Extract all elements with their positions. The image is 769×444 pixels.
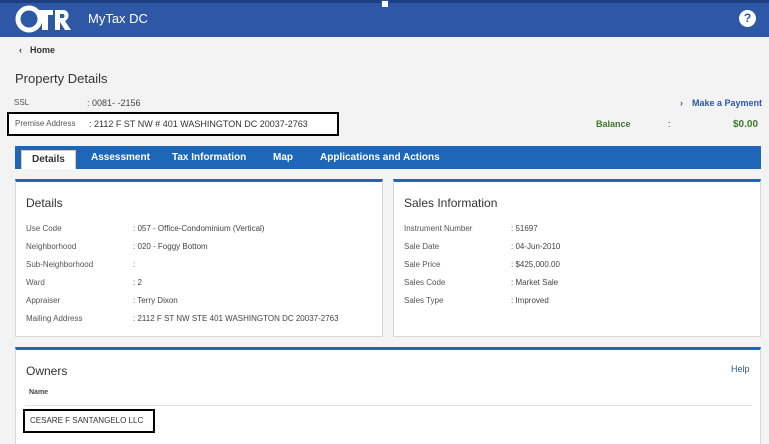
home-breadcrumb-link[interactable]: ‹ Home [19,45,55,55]
tab-tax-information[interactable]: Tax Information [172,146,246,169]
instrument-number-value: : 51697 [511,224,538,233]
premise-address-label: Premise Address [15,119,76,128]
sales-information-title: Sales Information [404,196,498,210]
tab-bar: Details Assessment Tax Information Map A… [15,146,761,169]
use-code-value: : 057 - Office-Condominium (Vertical) [133,224,265,233]
owner-name: CESARE F SANTANGELO LLC [30,416,144,425]
tab-map[interactable]: Map [273,146,293,169]
premise-address-highlight: Premise Address : 2112 F ST NW # 401 WAS… [7,112,339,136]
neighborhood-label: Neighborhood [26,242,77,251]
page-title: Property Details [15,71,108,86]
instrument-number-label: Instrument Number [404,224,473,233]
owners-name-column-header: Name [29,389,49,396]
tab-applications-and-actions[interactable]: Applications and Actions [320,146,440,169]
sub-neighborhood-value: : [133,260,136,269]
sale-price-value: : $425,000.00 [511,260,560,269]
make-payment-link[interactable]: › Make a Payment [680,98,762,108]
use-code-label: Use Code [26,224,62,233]
owners-table-divider [25,405,752,406]
balance-value: $0.00 [733,119,759,130]
sales-information-panel: Sales Information Instrument Number : 51… [393,179,761,337]
mailing-address-value: : 2112 F ST NW STE 401 WASHINGTON DC 200… [133,314,339,323]
sales-type-label: Sales Type [404,296,444,305]
ssl-value: : 0081- -2156 [87,98,141,108]
chevron-left-icon: ‹ [19,45,22,55]
home-label: Home [30,45,56,55]
chevron-right-icon: › [680,98,683,108]
app-title: MyTax DC [88,11,148,26]
ward-label: Ward [26,278,45,287]
resize-handle[interactable] [381,0,389,8]
help-icon[interactable]: ? [739,10,756,27]
details-title: Details [26,196,63,210]
sale-date-label: Sale Date [404,242,440,251]
sales-code-value: : Market Sale [511,278,559,287]
appraiser-value: : Terry Dixon [133,296,178,305]
owners-title: Owners [26,364,68,378]
mailing-address-label: Mailing Address [26,314,83,323]
tab-details[interactable]: Details [21,150,76,169]
tab-assessment[interactable]: Assessment [91,146,150,169]
sale-date-value: : 04-Jun-2010 [511,242,561,251]
ssl-label: SSL [14,98,30,107]
sales-code-label: Sales Code [404,278,446,287]
sub-neighborhood-label: Sub-Neighborhood [26,260,94,269]
appraiser-label: Appraiser [26,296,61,305]
owners-help-link[interactable]: Help [731,364,750,374]
sale-price-label: Sale Price [404,260,441,269]
neighborhood-value: : 020 - Foggy Bottom [133,242,208,251]
sales-type-value: : Improved [511,296,549,305]
make-payment-label: Make a Payment [692,98,763,108]
balance-label: Balance [596,119,631,129]
owner-name-highlight: CESARE F SANTANGELO LLC [23,409,155,433]
details-panel: Details Use Code : 057 - Office-Condomin… [15,179,383,337]
balance-colon: : [668,119,671,129]
premise-address-value: : 2112 F ST NW # 401 WASHINGTON DC 20037… [89,119,308,129]
otr-logo-icon[interactable] [15,4,75,34]
ward-value: : 2 [133,278,142,287]
